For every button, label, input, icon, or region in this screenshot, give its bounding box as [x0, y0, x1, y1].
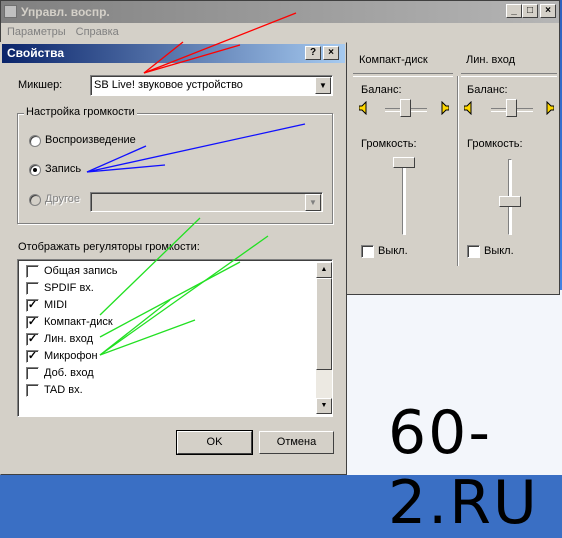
green-annotation-arrow: [99, 217, 269, 356]
annotation-arrows: [86, 12, 306, 356]
red-annotation-arrow: [143, 12, 297, 74]
blue-annotation-arrow: [86, 123, 306, 173]
